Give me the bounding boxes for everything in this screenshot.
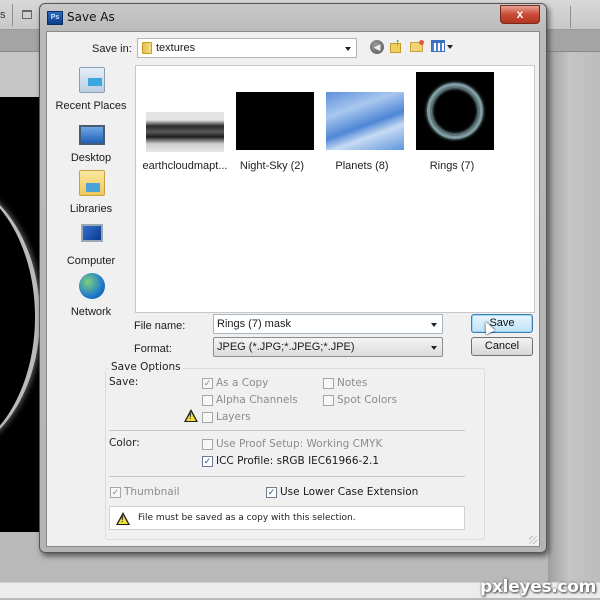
notes-checkbox[interactable] bbox=[323, 378, 334, 389]
place-label: Desktop bbox=[70, 152, 112, 164]
file-name-label: File name: bbox=[134, 320, 186, 332]
chevron-down-icon[interactable] bbox=[431, 323, 437, 327]
file-thumbnail bbox=[416, 72, 494, 150]
divider bbox=[109, 476, 465, 477]
use-proof-setup-label: Use Proof Setup: Working CMYK bbox=[216, 438, 383, 450]
ring-artwork bbox=[0, 177, 40, 457]
view-grid-icon bbox=[431, 40, 445, 52]
file-name: Planets (8) bbox=[335, 160, 389, 172]
back-icon[interactable]: ◀ bbox=[370, 40, 384, 54]
warning-message-box: ! File must be saved as a copy with this… bbox=[109, 506, 465, 530]
color-label: Color: bbox=[109, 437, 140, 449]
place-label: Libraries bbox=[69, 203, 113, 215]
toolbar-separator bbox=[570, 6, 571, 28]
divider bbox=[109, 430, 465, 431]
save-in-value: textures bbox=[156, 42, 196, 54]
warning-icon: ! bbox=[116, 512, 130, 525]
chevron-down-icon bbox=[431, 346, 437, 350]
file-thumbnail bbox=[146, 112, 224, 152]
file-item[interactable]: Planets (8) bbox=[318, 72, 406, 182]
file-item[interactable]: Night-Sky (2) bbox=[228, 72, 316, 182]
file-name: earthcloudmapt... bbox=[142, 160, 228, 172]
network-icon bbox=[79, 273, 105, 299]
file-item[interactable]: earthcloudmapt... bbox=[141, 72, 229, 182]
recent-places-icon bbox=[79, 67, 105, 93]
warning-message: File must be saved as a copy with this s… bbox=[138, 513, 356, 523]
as-a-copy-checkbox[interactable]: ✓ bbox=[202, 378, 213, 389]
up-one-level-icon[interactable]: ↑ bbox=[390, 38, 404, 54]
save-as-dialog: Ps Save As x Save in: textures ◀ ↑ Recen… bbox=[39, 3, 547, 553]
place-desktop[interactable]: Desktop bbox=[51, 117, 131, 167]
chevron-down-icon bbox=[345, 47, 351, 51]
place-network[interactable]: Network bbox=[51, 271, 131, 321]
icc-profile-label: ICC Profile: sRGB IEC61966-2.1 bbox=[216, 455, 380, 467]
align-icon[interactable] bbox=[22, 10, 32, 19]
spot-colors-checkbox[interactable] bbox=[323, 395, 334, 406]
format-label: Format: bbox=[134, 343, 172, 355]
watermark: pxleyes.com bbox=[480, 577, 596, 597]
save-options-title: Save Options bbox=[109, 361, 183, 373]
layers-label: Layers bbox=[216, 411, 251, 423]
spot-colors-label: Spot Colors bbox=[337, 394, 398, 406]
dialog-titlebar[interactable]: Ps Save As x bbox=[40, 4, 546, 30]
thumbnail-checkbox[interactable]: ✓ bbox=[110, 487, 121, 498]
save-in-label: Save in: bbox=[92, 43, 132, 55]
lower-case-extension-checkbox[interactable]: ✓ bbox=[266, 487, 277, 498]
desktop-icon bbox=[79, 125, 105, 145]
file-thumbnail bbox=[326, 92, 404, 150]
resize-grip[interactable] bbox=[529, 536, 537, 544]
photoshop-logo-icon: Ps bbox=[47, 11, 63, 25]
chevron-down-icon bbox=[447, 45, 453, 49]
lower-case-extension-label: Use Lower Case Extension bbox=[280, 486, 419, 498]
save-in-dropdown[interactable]: textures bbox=[137, 38, 357, 58]
view-menu-button[interactable] bbox=[431, 40, 453, 53]
panel-dock bbox=[548, 52, 600, 582]
place-computer[interactable]: Computer bbox=[51, 220, 131, 270]
cancel-button[interactable]: Cancel bbox=[471, 337, 533, 356]
folder-icon bbox=[142, 42, 152, 54]
place-recent-places[interactable]: Recent Places bbox=[51, 65, 131, 115]
close-button[interactable]: x bbox=[500, 5, 540, 24]
libraries-icon bbox=[79, 170, 105, 196]
alpha-channels-label: Alpha Channels bbox=[216, 394, 298, 406]
file-name: Rings (7) bbox=[429, 160, 475, 172]
notes-label: Notes bbox=[337, 377, 368, 389]
alpha-channels-checkbox[interactable] bbox=[202, 395, 213, 406]
warning-icon: ! bbox=[184, 409, 198, 422]
format-value: JPEG (*.JPG;*.JPEG;*.JPE) bbox=[217, 341, 355, 353]
toolbar-separator bbox=[12, 4, 13, 26]
place-label: Network bbox=[70, 306, 112, 318]
place-label: Recent Places bbox=[55, 100, 127, 112]
file-thumbnail bbox=[236, 92, 314, 150]
computer-icon bbox=[81, 224, 103, 242]
file-name-value: Rings (7) mask bbox=[217, 318, 291, 330]
format-select[interactable]: JPEG (*.JPG;*.JPEG;*.JPE) bbox=[213, 337, 443, 357]
layers-checkbox[interactable] bbox=[202, 412, 213, 423]
file-item[interactable]: Rings (7) bbox=[408, 72, 496, 182]
toolbar-text-fragment: s bbox=[0, 9, 6, 21]
place-libraries[interactable]: Libraries bbox=[51, 168, 131, 218]
save-label: Save: bbox=[109, 376, 139, 388]
place-label: Computer bbox=[66, 255, 116, 267]
file-list-view[interactable]: earthcloudmapt... Night-Sky (2) Planets … bbox=[135, 65, 535, 313]
as-a-copy-label: As a Copy bbox=[216, 377, 269, 389]
use-proof-setup-checkbox[interactable] bbox=[202, 439, 213, 450]
icc-profile-checkbox[interactable]: ✓ bbox=[202, 456, 213, 467]
ring-graphic bbox=[431, 87, 479, 135]
dialog-body: Save in: textures ◀ ↑ Recent Places Desk… bbox=[46, 31, 540, 547]
dialog-title: Save As bbox=[67, 10, 115, 24]
new-folder-icon[interactable] bbox=[410, 40, 425, 53]
file-name: Night-Sky (2) bbox=[239, 160, 305, 172]
places-bar: Recent Places Desktop Libraries Computer… bbox=[51, 65, 131, 318]
thumbnail-label: Thumbnail bbox=[124, 486, 180, 498]
document-canvas[interactable] bbox=[0, 97, 42, 532]
file-name-input[interactable]: Rings (7) mask bbox=[213, 314, 443, 334]
